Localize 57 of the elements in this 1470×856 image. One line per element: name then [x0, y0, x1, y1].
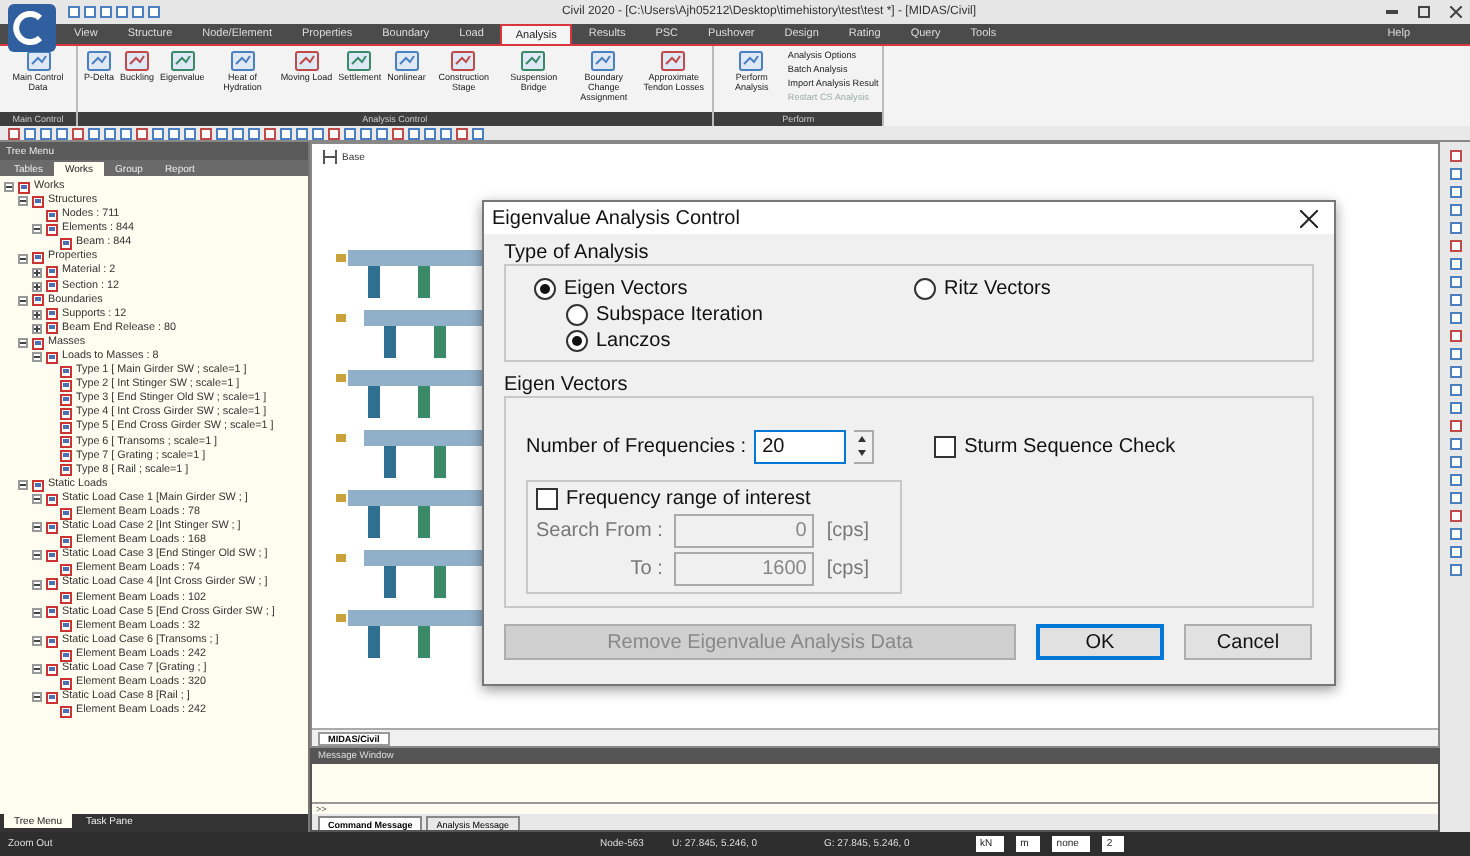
expand-toggle[interactable] — [32, 224, 42, 235]
tile-icon — [25, 50, 51, 72]
checkbox[interactable]: Sturm Sequence Check — [934, 436, 1176, 458]
unit-label: [cps] — [826, 520, 869, 542]
tile-icon — [346, 50, 373, 72]
expand-toggle[interactable] — [32, 664, 42, 675]
tile-icon — [590, 50, 617, 72]
unit-label: [cps] — [826, 558, 869, 580]
checkbox[interactable]: Frequency range of interest — [536, 488, 869, 510]
expand-toggle[interactable] — [18, 338, 28, 349]
expand-toggle[interactable] — [32, 550, 42, 561]
maximize-icon — [1418, 6, 1430, 18]
expand-toggle[interactable] — [4, 182, 14, 193]
radio-button[interactable]: Eigen Vectors — [534, 278, 914, 300]
close-icon — [1450, 6, 1462, 18]
group-label: Eigen Vectors — [504, 374, 630, 396]
expand-toggle[interactable] — [32, 692, 42, 703]
expand-toggle[interactable] — [18, 196, 28, 207]
dialog-button[interactable]: Cancel — [1184, 624, 1312, 660]
tile-icon — [86, 50, 112, 72]
tile-icon — [169, 50, 196, 72]
group-label: Type of Analysis — [504, 242, 651, 264]
expand-toggle[interactable] — [32, 579, 42, 590]
expand-toggle[interactable] — [32, 494, 42, 505]
close-icon — [1299, 209, 1317, 227]
radio-button[interactable]: Lanczos — [566, 330, 914, 352]
axis-icon — [322, 150, 338, 164]
field-label: To : — [628, 558, 663, 580]
app-logo[interactable] — [6, 2, 58, 54]
expand-toggle[interactable] — [32, 636, 42, 647]
frequencies-field[interactable]: 20 — [754, 430, 847, 464]
expand-toggle[interactable] — [32, 309, 42, 320]
dialog-button[interactable]: OK — [1036, 624, 1164, 660]
minimize-icon — [1386, 10, 1398, 14]
expand-toggle[interactable] — [18, 480, 28, 491]
expand-toggle[interactable] — [32, 352, 42, 363]
expand-toggle[interactable] — [18, 295, 28, 306]
radio-button[interactable]: Subspace Iteration — [566, 304, 914, 326]
tile-icon — [738, 50, 765, 72]
field-label: Search From : — [536, 520, 663, 542]
tile-icon — [293, 50, 320, 72]
expand-toggle[interactable] — [18, 253, 28, 264]
expand-toggle[interactable] — [32, 281, 42, 292]
spin-buttons[interactable] — [854, 430, 875, 464]
tile-icon — [229, 50, 256, 72]
expand-toggle[interactable] — [32, 323, 42, 334]
expand-toggle[interactable] — [32, 522, 42, 533]
tile-icon — [393, 50, 420, 72]
tile-icon — [520, 50, 547, 72]
tile-icon — [124, 50, 151, 72]
tile-icon — [450, 50, 477, 72]
tile-icon — [660, 50, 687, 72]
radio-button[interactable]: Ritz Vectors — [914, 278, 1284, 300]
expand-toggle[interactable] — [32, 267, 42, 278]
dialog-title: Eigenvalue Analysis Control — [492, 207, 740, 229]
expand-toggle[interactable] — [32, 607, 42, 618]
field-label: Number of Frequencies : — [526, 436, 747, 458]
